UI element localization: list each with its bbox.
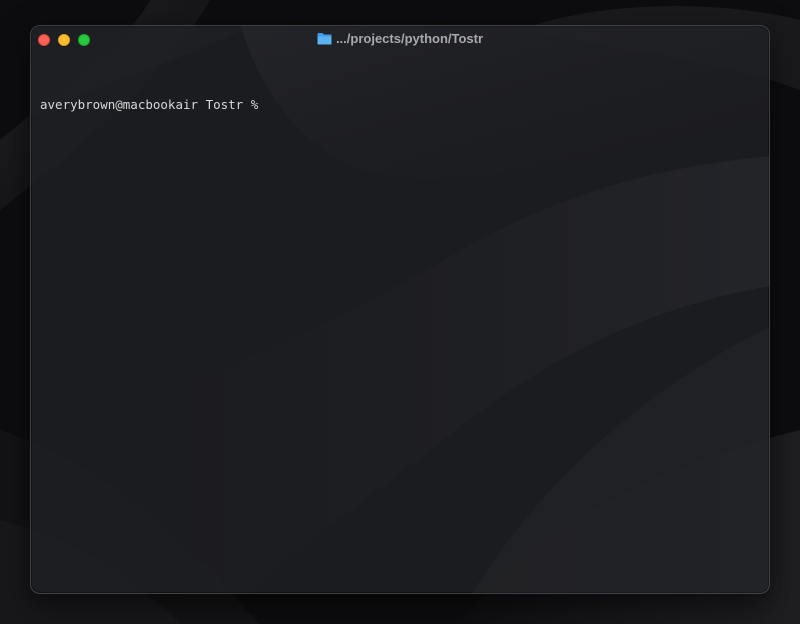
shell-prompt: averybrown@macbookair Tostr % xyxy=(40,97,266,112)
terminal-window[interactable]: .../projects/python/Tostr averybrown@mac… xyxy=(30,25,770,594)
window-title: .../projects/python/Tostr xyxy=(31,31,769,48)
folder-icon xyxy=(317,32,332,48)
terminal-output[interactable]: averybrown@macbookair Tostr % xyxy=(40,65,760,584)
window-title-text: .../projects/python/Tostr xyxy=(335,31,484,46)
title-bar[interactable]: .../projects/python/Tostr xyxy=(31,26,769,54)
